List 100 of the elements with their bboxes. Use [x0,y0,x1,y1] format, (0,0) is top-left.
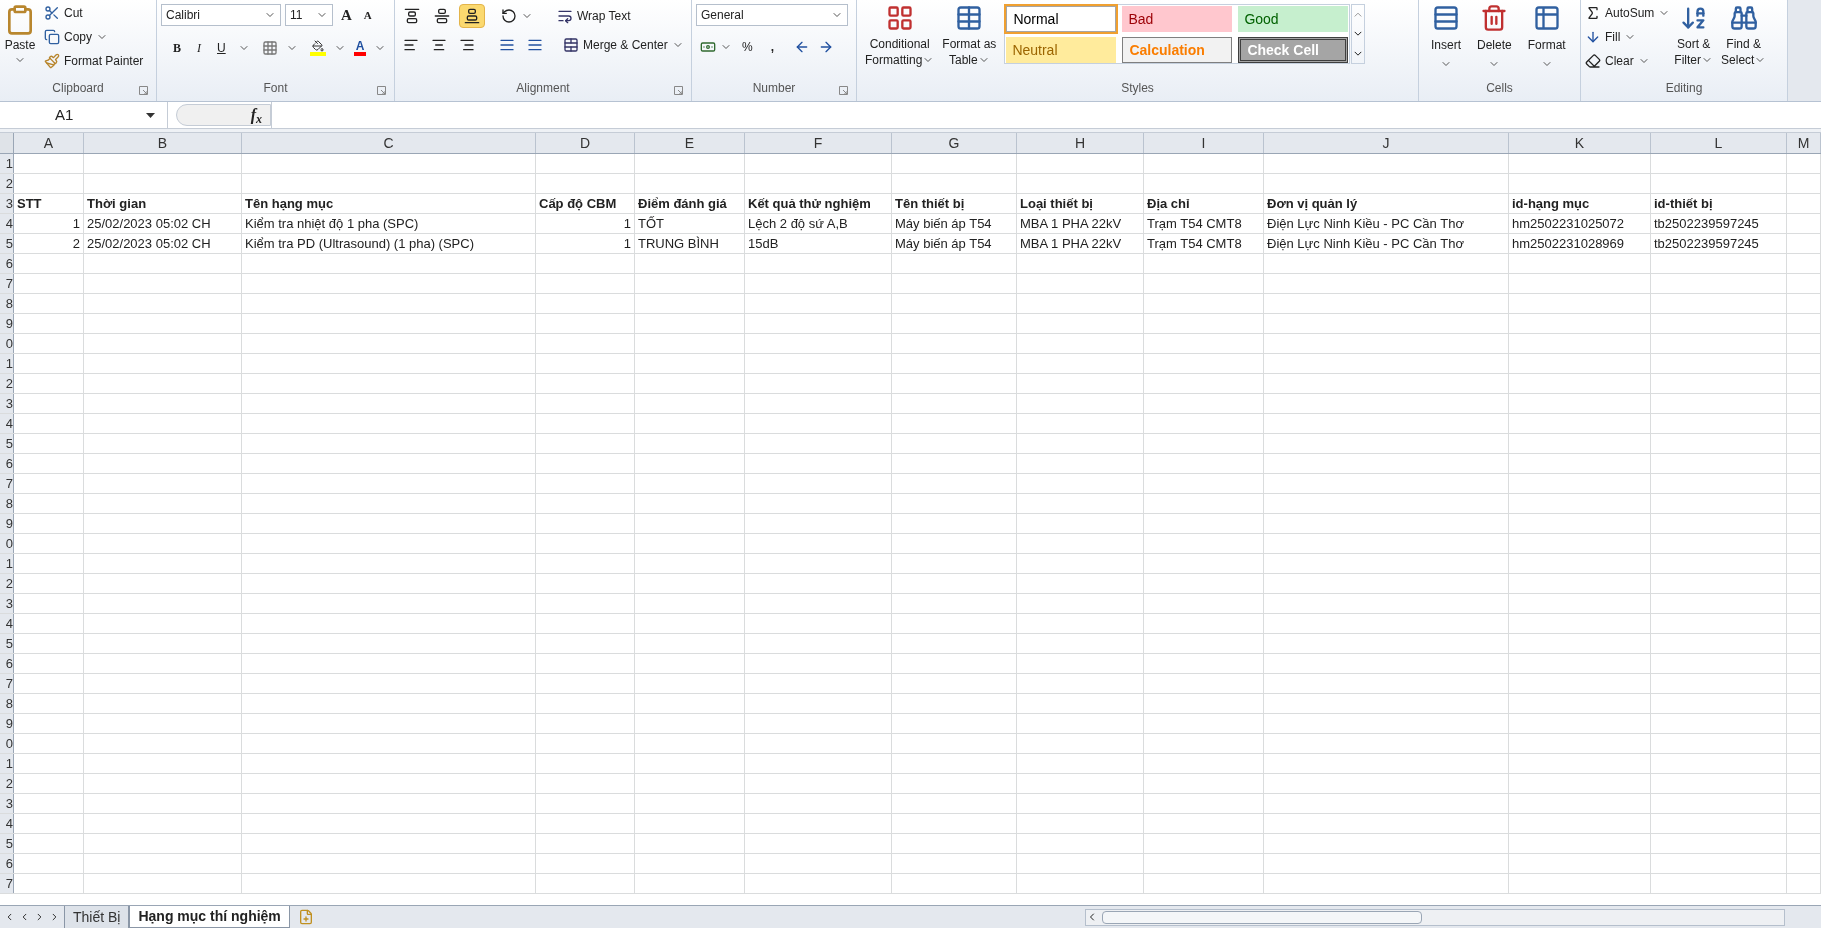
column-header[interactable]: M [1787,133,1821,153]
column-header[interactable]: L [1651,133,1787,153]
row-header[interactable]: 8 [0,294,14,313]
row-header[interactable]: 6 [0,454,14,473]
row-header[interactable]: 7 [0,274,14,293]
dialog-launcher-icon[interactable] [839,86,848,95]
cell-style-button[interactable]: Good [1238,6,1349,32]
align-right-icon[interactable] [459,37,475,53]
row-header[interactable]: 9 [0,714,14,733]
row-header[interactable]: 1 [0,754,14,773]
vertical-align-button[interactable] [459,4,485,28]
cut-button[interactable]: Cut [44,4,144,22]
bold-button[interactable]: B [169,38,185,57]
fill-color-icon[interactable] [309,39,326,56]
row-header[interactable]: 7 [0,674,14,693]
row-header[interactable]: 0 [0,534,14,553]
row-header[interactable]: 9 [0,314,14,333]
column-header[interactable]: G [892,133,1017,153]
row-header[interactable]: 6 [0,254,14,273]
format-painter-button[interactable]: Format Painter [44,52,144,70]
row-header[interactable]: 2 [0,774,14,793]
increase-decimal-icon[interactable] [794,39,810,55]
row-header[interactable]: 2 [0,174,14,193]
decrease-decimal-icon[interactable] [818,39,834,55]
row-header[interactable]: 1 [0,354,14,373]
row-header[interactable]: 8 [0,694,14,713]
dialog-launcher-icon[interactable] [674,86,683,95]
insert-function-button[interactable]: f$_{x}$ [176,104,271,126]
italic-button[interactable]: I [193,38,205,57]
currency-icon[interactable] [700,39,716,55]
row-header[interactable]: 5 [0,434,14,453]
row-header[interactable]: 3 [0,194,14,213]
number-format-field[interactable]: General [696,4,848,26]
name-box[interactable]: A1 [0,102,168,128]
align-left-icon[interactable] [403,37,419,53]
column-header[interactable]: E [635,133,745,153]
copy-button[interactable]: Copy [44,28,144,46]
row-header[interactable]: 8 [0,494,14,513]
column-header[interactable]: F [745,133,892,153]
dialog-launcher-icon[interactable] [139,86,148,95]
row-header[interactable]: 4 [0,614,14,633]
column-header[interactable]: I [1144,133,1264,153]
column-header[interactable]: H [1017,133,1144,153]
borders-icon[interactable] [261,39,278,56]
row-header[interactable]: 7 [0,874,14,893]
row-header[interactable]: 4 [0,214,14,233]
column-header[interactable]: C [242,133,536,153]
row-header[interactable]: 0 [0,334,14,353]
cell-style-button[interactable]: Normal [1006,6,1117,32]
row-header[interactable]: 5 [0,234,14,253]
orientation-icon[interactable] [501,8,517,24]
row-header[interactable]: 7 [0,474,14,493]
row-header[interactable]: 1 [0,554,14,573]
font-name-field[interactable]: Calibri [161,4,281,27]
cells-button[interactable]: Format [1519,4,1574,79]
wrap-text-button[interactable]: Wrap Text [557,7,631,25]
sheet-tab[interactable]: Thiết Bị [64,906,130,928]
shrink-font-button[interactable]: A [359,7,376,24]
cell-style-button[interactable]: Neutral [1006,37,1117,63]
row-header[interactable]: 2 [0,374,14,393]
row-header[interactable]: 9 [0,514,14,533]
dialog-launcher-icon[interactable] [377,86,386,95]
align-center-icon[interactable] [431,37,447,53]
column-header[interactable]: D [536,133,635,153]
autosum-button[interactable]: AutoSum [1585,4,1671,22]
row-header[interactable]: 0 [0,734,14,753]
row-header[interactable]: 2 [0,574,14,593]
cells-button[interactable]: Delete [1469,4,1520,79]
column-header[interactable]: J [1264,133,1509,153]
comma-button[interactable]: , [762,38,782,56]
fill-button[interactable]: Fill [1585,28,1671,46]
row-header[interactable]: 5 [0,834,14,853]
find-select-button[interactable]: Find & Select [1717,4,1771,79]
grow-font-button[interactable]: A [337,4,356,27]
font-color-button[interactable]: A [353,39,367,56]
row-header[interactable]: 4 [0,414,14,433]
cell-style-button[interactable]: Bad [1122,6,1233,32]
row-header[interactable]: 3 [0,394,14,413]
row-header[interactable]: 3 [0,794,14,813]
column-header[interactable]: K [1509,133,1651,153]
format-as-table-button[interactable]: Format as Table [938,4,1001,79]
cells-button[interactable]: Insert [1423,4,1469,79]
column-header[interactable]: B [84,133,242,153]
row-header[interactable]: 4 [0,814,14,833]
percent-button[interactable]: % [736,38,759,56]
row-header[interactable]: 3 [0,594,14,613]
sheet-tab[interactable]: Hạng mục thí nghiệm [129,906,290,928]
column-header[interactable]: A [14,133,84,153]
paste-button[interactable]: Paste [4,4,36,79]
conditional-formatting-button[interactable]: Conditional Formatting [861,4,939,79]
horizontal-scrollbar[interactable] [1085,908,1785,926]
sort-filter-button[interactable]: Sort & Filter [1670,4,1718,79]
merge-center-button[interactable]: Merge & Center [563,36,684,54]
font-size-field[interactable]: 11 [285,4,333,27]
row-header[interactable]: 5 [0,634,14,653]
clear-button[interactable]: Clear [1585,52,1671,70]
row-header[interactable]: 6 [0,854,14,873]
row-header[interactable]: 6 [0,654,14,673]
underline-button[interactable]: U [213,38,230,57]
row-header[interactable]: 1 [0,154,14,173]
